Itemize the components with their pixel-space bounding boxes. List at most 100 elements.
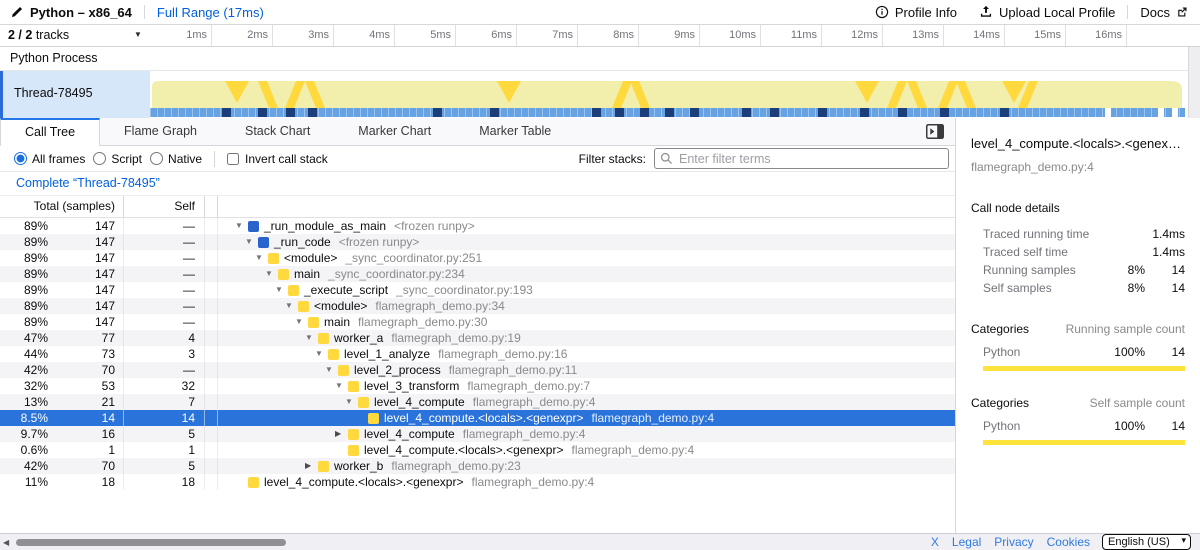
radio-script[interactable]: Script xyxy=(85,152,142,166)
footer-link-x[interactable]: X xyxy=(931,535,939,549)
radio-input-native[interactable] xyxy=(150,152,163,165)
sidebar-detail-row: Traced self time1.4ms xyxy=(971,243,1185,261)
tree-row[interactable]: 11%1818level_4_compute.<locals>.<genexpr… xyxy=(0,474,956,490)
row-spacer xyxy=(205,298,218,314)
filter-stacks-input[interactable] xyxy=(654,148,949,169)
row-total-cell: 32%53 xyxy=(0,378,124,394)
function-location: flamegraph_demo.py:11 xyxy=(449,362,578,378)
thread-track-label[interactable]: Thread-78495 xyxy=(3,71,150,118)
radio-native[interactable]: Native xyxy=(142,152,202,166)
row-self-samples: — xyxy=(124,266,205,282)
tree-row[interactable]: 42%705▶worker_bflamegraph_demo.py:23 xyxy=(0,458,956,474)
row-total-cell: 89%147 xyxy=(0,234,124,250)
footer-link-cookies[interactable]: Cookies xyxy=(1047,535,1090,549)
hscroll-thumb[interactable] xyxy=(16,539,286,546)
tree-row[interactable]: 89%147—▼mainflamegraph_demo.py:30 xyxy=(0,314,956,330)
row-spacer xyxy=(218,426,227,442)
sample-gap xyxy=(1105,108,1111,117)
category-bar xyxy=(983,366,1185,371)
twisty-open-icon[interactable]: ▼ xyxy=(305,330,318,346)
twisty-open-icon[interactable]: ▼ xyxy=(285,298,298,314)
upload-profile-button[interactable]: Upload Local Profile xyxy=(979,5,1115,20)
twisty-open-icon[interactable]: ▼ xyxy=(295,314,308,330)
frame-filter-radios: All framesScriptNative xyxy=(6,152,202,166)
twisty-open-icon[interactable]: ▼ xyxy=(275,282,288,298)
twisty-open-icon[interactable]: ▼ xyxy=(265,266,278,282)
twisty-open-icon[interactable]: ▼ xyxy=(325,362,338,378)
thread-samples-strip[interactable] xyxy=(150,108,1185,117)
tree-row[interactable]: 89%147—▼_run_code<frozen runpy> xyxy=(0,234,956,250)
row-spacer xyxy=(218,250,227,266)
footer-link-legal[interactable]: Legal xyxy=(952,535,981,549)
tree-row[interactable]: 47%774▼worker_aflamegraph_demo.py:19 xyxy=(0,330,956,346)
tree-row[interactable]: 89%147—▼<module>_sync_coordinator.py:251 xyxy=(0,250,956,266)
column-header-self[interactable]: Self xyxy=(124,196,205,218)
category-value: 14 xyxy=(1145,419,1185,433)
search-icon xyxy=(660,152,673,165)
twisty-open-icon[interactable]: ▼ xyxy=(245,234,258,250)
radio-input-script[interactable] xyxy=(93,152,106,165)
row-function-cell: ▼level_2_processflamegraph_demo.py:11 xyxy=(227,362,956,378)
process-track-header[interactable]: Python Process xyxy=(0,47,1200,71)
row-total-percent: 89% xyxy=(0,282,48,298)
tab-stack-chart[interactable]: Stack Chart xyxy=(221,118,334,145)
function-name: level_1_analyze xyxy=(344,346,430,362)
thread-track[interactable]: Thread-78495 xyxy=(0,71,1200,118)
invert-checkbox-input[interactable] xyxy=(227,153,239,165)
ruler-tick-label: 1ms xyxy=(151,29,207,41)
twisty-closed-icon[interactable]: ▶ xyxy=(335,426,348,442)
tab-marker-table[interactable]: Marker Table xyxy=(455,118,575,145)
row-total-cell: 44%73 xyxy=(0,346,124,362)
divider xyxy=(214,151,215,167)
category-icon-yellow xyxy=(308,317,319,328)
tree-row[interactable]: 89%147—▼_execute_script_sync_coordinator… xyxy=(0,282,956,298)
row-total-percent: 11% xyxy=(0,474,48,490)
external-link-icon xyxy=(1176,6,1188,18)
tree-row[interactable]: 89%147—▼<module>flamegraph_demo.py:34 xyxy=(0,298,956,314)
row-total-samples: 147 xyxy=(48,234,123,250)
row-total-samples: 147 xyxy=(48,218,123,234)
ruler-tick-label: 5ms xyxy=(395,29,451,41)
tree-row[interactable]: 13%217▼level_4_computeflamegraph_demo.py… xyxy=(0,394,956,410)
hscroll-left-arrow[interactable]: ◀ xyxy=(3,538,9,547)
tree-row[interactable]: 9.7%165▶level_4_computeflamegraph_demo.p… xyxy=(0,426,956,442)
ruler-tick-label: 7ms xyxy=(517,29,573,41)
row-total-samples: 1 xyxy=(48,442,123,458)
tree-row[interactable]: 42%70—▼level_2_processflamegraph_demo.py… xyxy=(0,362,956,378)
tab-call-tree[interactable]: Call Tree xyxy=(0,118,100,146)
tree-row[interactable]: 0.6%11level_4_compute.<locals>.<genexpr>… xyxy=(0,442,956,458)
invert-call-stack-checkbox[interactable]: Invert call stack xyxy=(225,152,328,166)
row-total-percent: 44% xyxy=(0,346,48,362)
tree-row[interactable]: 89%147—▼main_sync_coordinator.py:234 xyxy=(0,266,956,282)
function-location: flamegraph_demo.py:16 xyxy=(438,346,567,362)
sidebar-toggle-button[interactable] xyxy=(925,124,945,140)
twisty-closed-icon[interactable]: ▶ xyxy=(305,458,318,474)
tree-row[interactable]: 89%147—▼_run_module_as_main<frozen runpy… xyxy=(0,218,956,234)
language-select[interactable]: English (US) xyxy=(1102,534,1191,550)
tree-row[interactable]: 44%733▼level_1_analyzeflamegraph_demo.py… xyxy=(0,346,956,362)
edit-profile-name-icon[interactable] xyxy=(10,6,23,19)
radio-all-frames[interactable]: All frames xyxy=(6,152,85,166)
tree-row[interactable]: 32%5332▼level_3_transformflamegraph_demo… xyxy=(0,378,956,394)
twisty-open-icon[interactable]: ▼ xyxy=(345,394,358,410)
timeline-ruler[interactable]: 2 / 2 tracks ▼ 1ms2ms3ms4ms5ms6ms7ms8ms9… xyxy=(0,25,1200,47)
row-self-samples: — xyxy=(124,314,205,330)
breadcrumb-complete-thread[interactable]: Complete “Thread-78495” xyxy=(16,176,160,190)
twisty-open-icon[interactable]: ▼ xyxy=(315,346,328,362)
tree-row[interactable]: 8.5%1414level_4_compute.<locals>.<genexp… xyxy=(0,410,956,426)
tracks-scrollbar[interactable] xyxy=(1188,47,1200,118)
tab-marker-chart[interactable]: Marker Chart xyxy=(334,118,455,145)
footer-link-privacy[interactable]: Privacy xyxy=(994,535,1033,549)
row-spacer xyxy=(218,266,227,282)
tab-flame-graph[interactable]: Flame Graph xyxy=(100,118,221,145)
twisty-open-icon[interactable]: ▼ xyxy=(235,218,248,234)
radio-input-all-frames[interactable] xyxy=(14,152,27,165)
row-spacer xyxy=(218,346,227,362)
twisty-open-icon[interactable]: ▼ xyxy=(255,250,268,266)
tracks-dropdown[interactable]: 2 / 2 tracks xyxy=(8,28,69,42)
column-header-total[interactable]: Total (samples) xyxy=(0,196,124,218)
full-range-link[interactable]: Full Range (17ms) xyxy=(157,5,264,20)
profile-info-button[interactable]: Profile Info xyxy=(875,5,957,20)
docs-link[interactable]: Docs xyxy=(1140,5,1188,20)
twisty-open-icon[interactable]: ▼ xyxy=(335,378,348,394)
